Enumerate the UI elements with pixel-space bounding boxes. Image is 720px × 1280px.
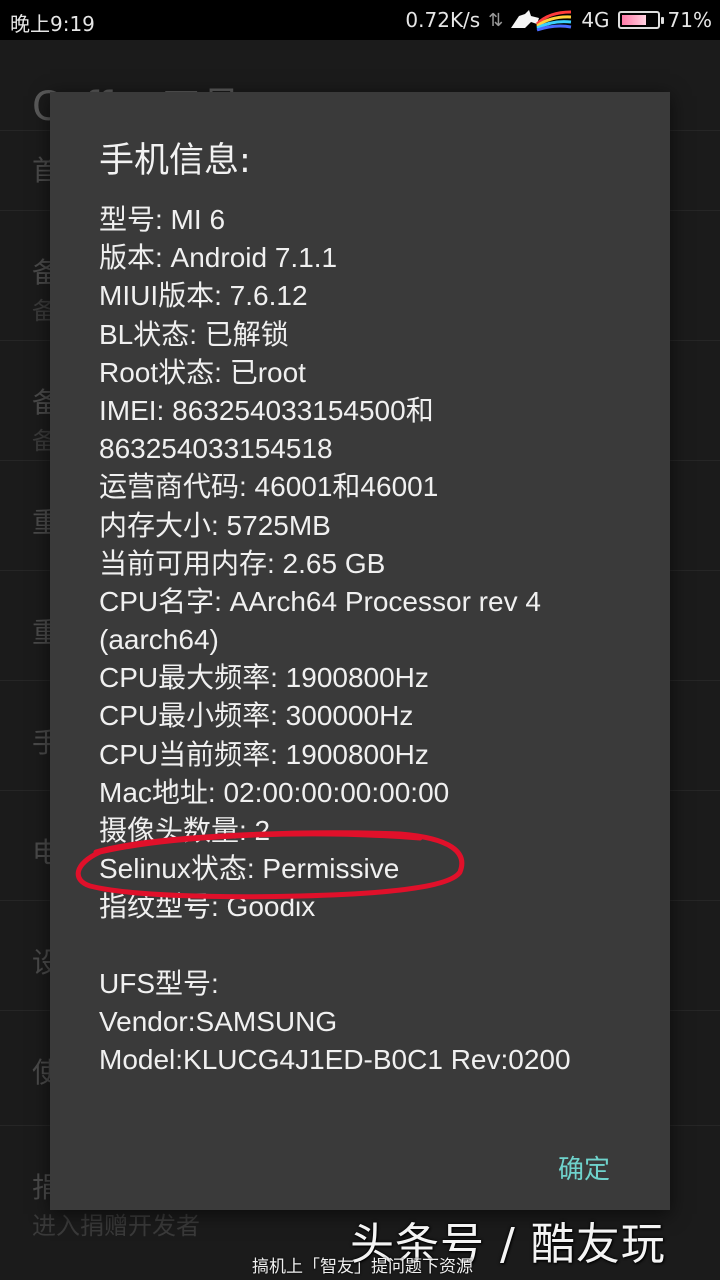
screen: 晚上9:19 0.72K/s ⇅ 4G 71% Coffee工具 首备备备备重重… — [0, 0, 720, 1280]
info-line: 当前可用内存: 2.65 GB — [99, 547, 386, 579]
info-line: 内存大小: 5725MB — [99, 509, 331, 541]
info-line — [99, 927, 659, 965]
dialog-title: 手机信息: — [99, 141, 251, 181]
info-line: CPU最小频率: 300000Hz — [99, 700, 414, 732]
status-time: 晚上9:19 — [10, 12, 95, 36]
dialog-body: 型号: MI 6 版本: Android 7.1.1 MIUI版本: 7.6.12 B… — [99, 201, 659, 1079]
info-line: Vendor:SAMSUNG — [99, 1005, 338, 1037]
info-line: Root状态: 已root — [99, 356, 306, 388]
info-line: Selinux状态: Permissive — [99, 853, 400, 885]
info-line: CPU最大频率: 1900800Hz — [99, 662, 429, 694]
network-type: 4G — [581, 8, 610, 32]
battery-icon — [617, 11, 664, 29]
info-line: 型号: MI 6 — [99, 204, 226, 235]
status-right: 0.72K/s ⇅ 4G 71% — [405, 8, 712, 32]
info-line: UFS型号: — [99, 967, 219, 999]
info-line: 版本: Android 7.1.1 — [99, 242, 338, 274]
info-line: CPU名字: AArch64 Processor rev 4 — [99, 585, 541, 617]
background-item-sub: 进入捐赠开发者 — [32, 1212, 200, 1240]
info-line: BL状态: 已解锁 — [99, 318, 289, 350]
battery-level-fill — [621, 15, 646, 25]
horse-logo-icon — [511, 10, 572, 32]
info-line: CPU当前频率: 1900800Hz — [99, 738, 429, 770]
battery-percent: 71% — [667, 8, 712, 32]
status-bar: 晚上9:19 0.72K/s ⇅ 4G 71% — [0, 0, 720, 40]
info-line: (aarch64) — [99, 624, 219, 656]
phone-info-dialog: 手机信息: 型号: MI 6 版本: Android 7.1.1 MIUI版本: 7… — [50, 92, 670, 1210]
network-speed: 0.72K/s — [405, 8, 481, 32]
info-line: MIUI版本: 7.6.12 — [99, 280, 308, 312]
watermark-sub: 搞机上「智友」提问题下资源 — [252, 1257, 473, 1277]
info-line: Model:KLUCG4J1ED-B0C1 Rev:0200 — [99, 1044, 571, 1076]
info-line: 运营商代码: 46001和46001 — [99, 471, 439, 503]
info-line: 863254033154518 — [99, 433, 333, 465]
info-line: IMEI: 863254033154500和 — [99, 394, 434, 426]
info-line: 指纹型号: Goodix — [99, 891, 316, 923]
confirm-button[interactable]: 确定 — [558, 1149, 610, 1186]
info-line: Mac地址: 02:00:00:00:00:00 — [99, 776, 450, 808]
info-line: 摄像头数量: 2 — [99, 815, 271, 846]
data-arrows-icon: ⇅ — [488, 9, 503, 31]
